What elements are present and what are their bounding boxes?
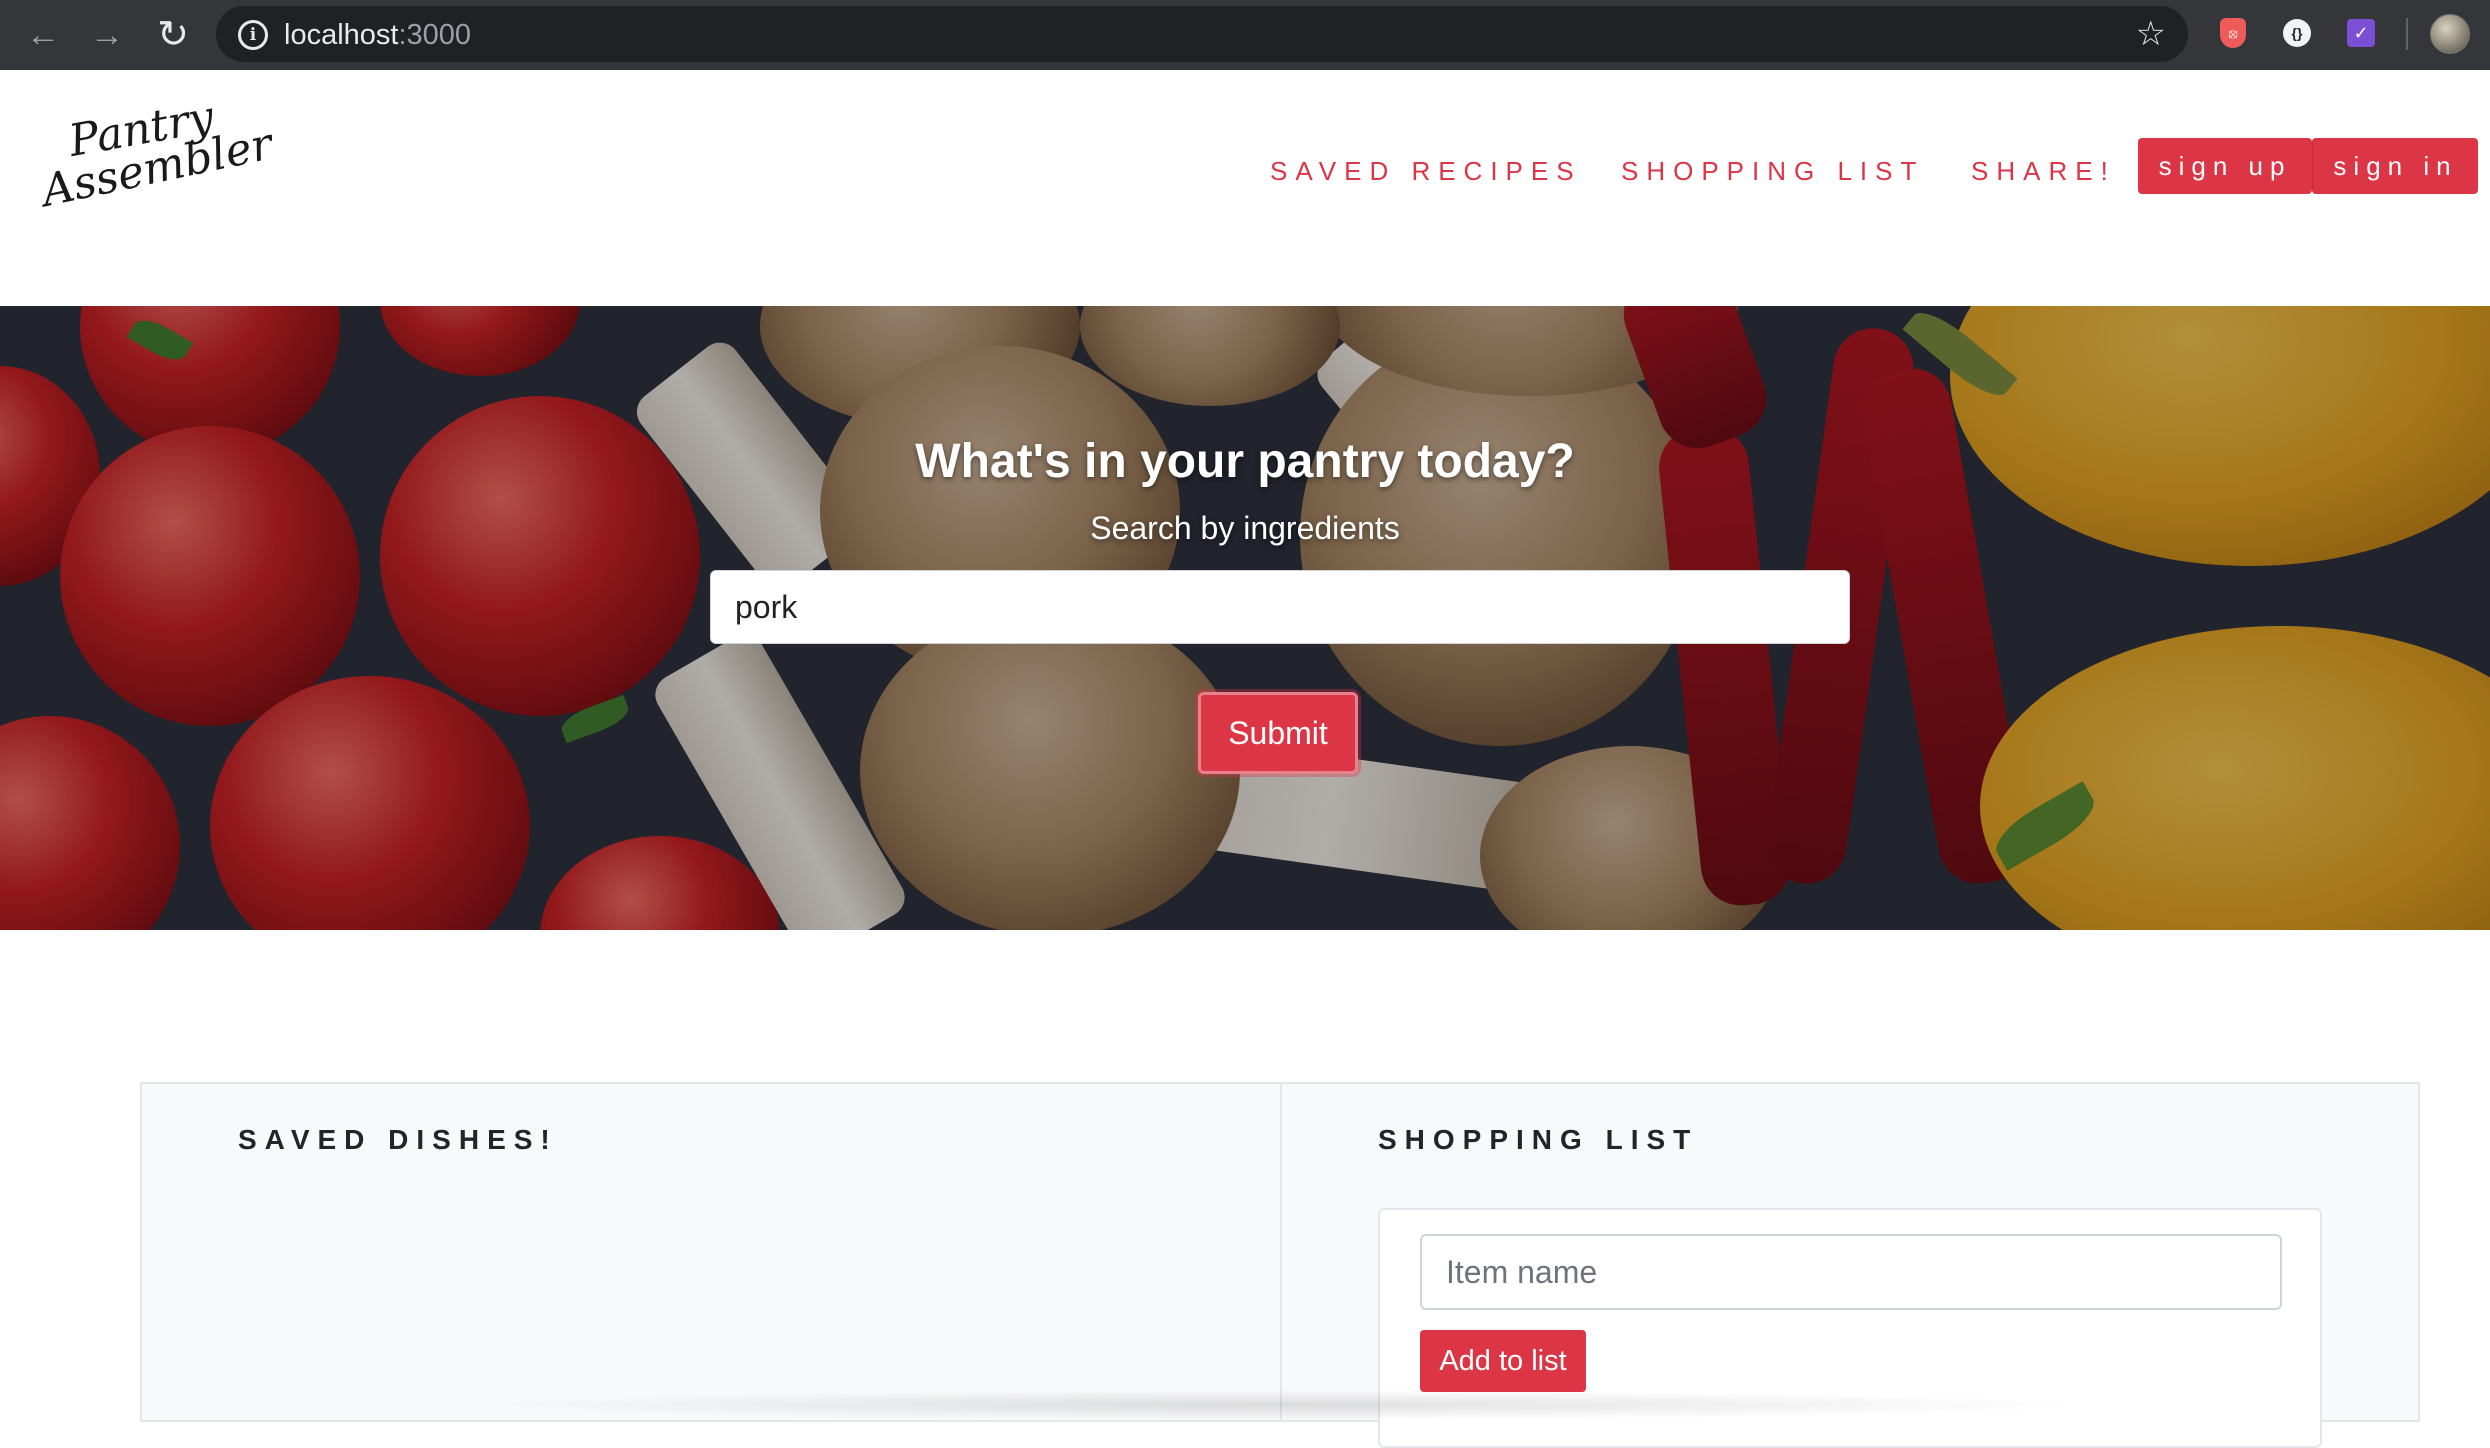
- nav-share[interactable]: SHARE!: [1971, 156, 2116, 187]
- forward-arrow-icon[interactable]: →: [82, 10, 132, 60]
- site-header: Pantry Assembler SAVED RECIPES SHOPPING …: [0, 70, 2490, 306]
- scroll-shadow: [460, 1390, 2100, 1420]
- profile-avatar[interactable]: [2430, 14, 2470, 54]
- check-extension-icon[interactable]: ✓: [2344, 16, 2378, 50]
- hero-title: What's in your pantry today?: [915, 435, 1575, 488]
- nav-saved-recipes[interactable]: SAVED RECIPES: [1270, 156, 1582, 187]
- add-to-list-button[interactable]: Add to list: [1420, 1330, 1586, 1392]
- url-text[interactable]: localhost:3000: [284, 19, 471, 52]
- nav-shopping-list[interactable]: SHOPPING LIST: [1621, 156, 1924, 187]
- bookmark-star-icon[interactable]: ☆: [2136, 14, 2166, 54]
- ingredient-search-input[interactable]: [710, 570, 1850, 644]
- shield-extension-icon[interactable]: ⦻: [2216, 16, 2250, 50]
- panel-divider: [1280, 1084, 1282, 1420]
- item-name-input[interactable]: [1420, 1234, 2282, 1310]
- toolbar-divider: [2406, 18, 2408, 50]
- content-panels: SAVED DISHES! SHOPPING LIST Add to list: [140, 1082, 2420, 1448]
- sign-in-button[interactable]: sign in: [2312, 138, 2478, 194]
- saved-dishes-heading: SAVED DISHES!: [238, 1124, 558, 1155]
- shopping-list-heading: SHOPPING LIST: [1378, 1124, 1699, 1155]
- hero-subtitle: Search by ingredients: [1090, 510, 1400, 546]
- back-arrow-icon[interactable]: ←: [18, 10, 68, 60]
- browser-toolbar: ← → ↻ i localhost:3000 ☆ ⦻ {} ✓: [0, 0, 2490, 70]
- hero-banner: What's in your pantry today? Search by i…: [0, 306, 2490, 930]
- submit-button[interactable]: Submit: [1198, 692, 1358, 774]
- code-extension-icon[interactable]: {}: [2280, 16, 2314, 50]
- info-icon[interactable]: i: [238, 20, 268, 50]
- address-bar[interactable]: i localhost:3000 ☆: [216, 6, 2188, 62]
- pantry-assembler-logo[interactable]: Pantry Assembler: [37, 91, 277, 230]
- reload-icon[interactable]: ↻: [148, 10, 198, 60]
- sign-up-button[interactable]: sign up: [2138, 138, 2312, 194]
